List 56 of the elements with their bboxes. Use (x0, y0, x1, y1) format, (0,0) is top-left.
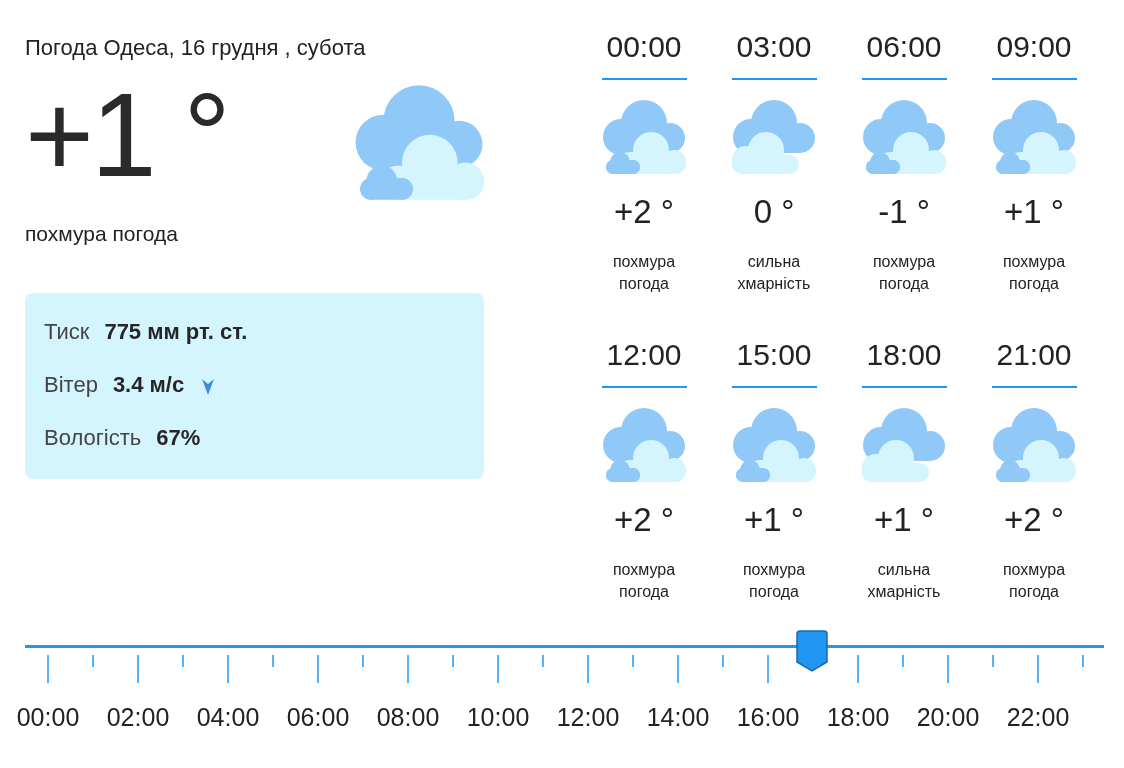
time-label: 04:00 (195, 702, 261, 732)
three-clouds-icon (862, 100, 946, 174)
forecast-time: 15:00 (736, 337, 812, 373)
detail-label: Вітер (44, 371, 98, 399)
time-label: 12:00 (555, 702, 621, 732)
forecast-temperature: 0 ° (753, 192, 795, 232)
time-label: 18:00 (825, 702, 891, 732)
three-clouds-icon (992, 100, 1076, 174)
forecast-description: похмура погода (741, 560, 807, 602)
time-label: 06:00 (285, 702, 351, 732)
detail-label: Вологість (44, 424, 142, 452)
forecast-description: сильна хмарність (866, 560, 942, 602)
detail-value: 3.4 м/с (112, 371, 185, 399)
forecast-temperature: +2 ° (1004, 500, 1064, 540)
two-clouds-icon (732, 100, 816, 174)
time-label: 00:00 (15, 702, 81, 732)
current-description: похмура погода (25, 221, 179, 247)
forecast-description: похмура погода (871, 252, 937, 294)
forecast-time: 12:00 (606, 337, 682, 373)
arrow-down-icon (202, 379, 215, 395)
page-title: Погода Одеса, 16 грудня , субота (25, 34, 367, 62)
three-clouds-icon (602, 100, 686, 174)
forecast-description: сильна хмарність (736, 252, 812, 294)
forecast-temperature: -1 ° (878, 192, 930, 232)
forecast-time: 06:00 (866, 29, 942, 65)
forecast-description: похмура погода (1001, 560, 1067, 602)
three-clouds-icon (992, 408, 1076, 482)
forecast-time: 21:00 (996, 337, 1072, 373)
forecast-temperature: +1 ° (874, 500, 934, 540)
detail-label: Тиск (44, 318, 90, 346)
forecast-temperature: +1 ° (744, 500, 804, 540)
detail-value: 775 мм рт. ст. (104, 318, 248, 346)
detail-value: 67% (156, 424, 201, 452)
current-temperature: +1 ° (25, 76, 228, 194)
time-label: 14:00 (645, 702, 711, 732)
forecast-description: похмура погода (611, 560, 677, 602)
time-label: 10:00 (465, 702, 531, 732)
time-label: 16:00 (735, 702, 801, 732)
forecast-time: 09:00 (996, 29, 1072, 65)
two-clouds-icon (862, 408, 946, 482)
forecast-time: 03:00 (736, 29, 812, 65)
forecast-time: 18:00 (866, 337, 942, 373)
time-label: 08:00 (375, 702, 441, 732)
forecast-time: 00:00 (606, 29, 682, 65)
three-clouds-icon (602, 408, 686, 482)
three-clouds-icon (354, 85, 484, 200)
forecast-temperature: +2 ° (614, 192, 674, 232)
time-label: 02:00 (105, 702, 171, 732)
forecast-description: похмура погода (1001, 252, 1067, 294)
time-label: 22:00 (1005, 702, 1071, 732)
three-clouds-icon (732, 408, 816, 482)
forecast-description: похмура погода (611, 252, 677, 294)
forecast-temperature: +2 ° (614, 500, 674, 540)
forecast-temperature: +1 ° (1004, 192, 1064, 232)
time-label: 20:00 (915, 702, 981, 732)
slider-handle[interactable] (795, 630, 828, 672)
